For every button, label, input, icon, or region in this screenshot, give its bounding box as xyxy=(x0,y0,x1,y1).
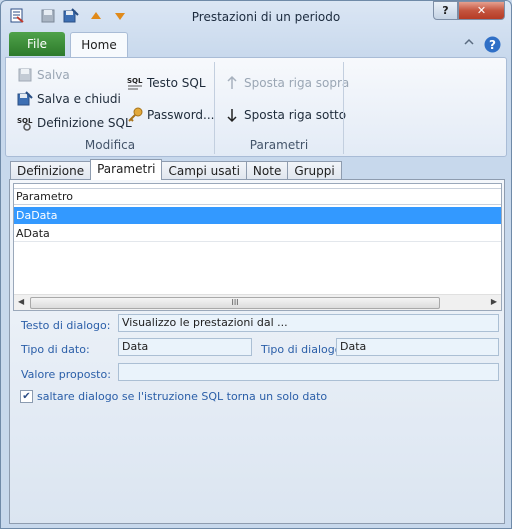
valore-proposto-field[interactable] xyxy=(118,363,499,381)
tab-parametri[interactable]: Parametri xyxy=(90,159,163,180)
sposta-sotto-label: Sposta riga sotto xyxy=(244,108,347,122)
title-bar: Prestazioni di un periodo ? ✕ xyxy=(1,1,511,31)
sql-icon: SQL xyxy=(127,77,143,90)
sposta-sopra-button[interactable]: Sposta riga sopra xyxy=(224,73,349,93)
group-label-modifica: Modifica xyxy=(84,138,136,152)
horizontal-scrollbar[interactable]: ◀ III ▶ xyxy=(14,294,501,310)
tipo-dato-field[interactable]: Data xyxy=(118,338,252,356)
help-icon[interactable]: ? xyxy=(484,36,501,53)
tab-note[interactable]: Note xyxy=(245,161,289,180)
scroll-thumb[interactable]: III xyxy=(30,297,440,309)
help-window-button[interactable]: ? xyxy=(433,1,458,20)
tab-strip: Definizione Parametri Campi usati Note G… xyxy=(10,159,342,180)
testo-dialogo-label: Testo di dialogo: xyxy=(21,319,111,332)
svg-text:SQL: SQL xyxy=(17,117,33,125)
tab-file[interactable]: File xyxy=(9,32,65,56)
tab-panel: Parametro DaData AData ◀ III ▶ Testo di … xyxy=(9,179,505,524)
svg-text:SQL: SQL xyxy=(127,77,143,85)
app-icon xyxy=(10,8,24,23)
svg-text:?: ? xyxy=(489,38,496,52)
tab-gruppi[interactable]: Gruppi xyxy=(287,161,342,180)
move-up-icon[interactable] xyxy=(88,8,104,24)
sql-gear-icon: SQL xyxy=(17,117,33,131)
scroll-left-icon[interactable]: ◀ xyxy=(18,297,24,306)
tipo-dialogo-field[interactable]: Data xyxy=(336,338,499,356)
minimize-ribbon-icon[interactable] xyxy=(463,36,475,48)
skip-dialog-checkbox[interactable]: ✔ xyxy=(20,390,33,403)
tab-definizione[interactable]: Definizione xyxy=(10,161,92,180)
definizione-sql-button[interactable]: SQL Definizione SQL xyxy=(17,113,132,133)
parameters-grid[interactable]: Parametro DaData AData ◀ III ▶ xyxy=(13,183,502,311)
salva-label: Salva xyxy=(37,68,70,82)
sposta-sopra-label: Sposta riga sopra xyxy=(244,76,350,90)
arrow-down-icon xyxy=(227,109,237,123)
password-label: Password... xyxy=(147,108,215,122)
app-window: Prestazioni di un periodo ? ✕ File Home … xyxy=(0,0,512,529)
ribbon-separator xyxy=(343,62,344,154)
tipo-dato-label: Tipo di dato: xyxy=(21,343,90,356)
save-close-icon[interactable] xyxy=(63,8,79,24)
close-icon: ✕ xyxy=(476,4,487,17)
valore-proposto-label: Valore proposto: xyxy=(21,368,111,381)
table-row[interactable]: DaData xyxy=(14,207,501,224)
salva-chiudi-button[interactable]: Salva e chiudi xyxy=(17,89,121,109)
skip-dialog-label: saltare dialogo se l'istruzione SQL torn… xyxy=(37,390,328,403)
column-header-parametro[interactable]: Parametro xyxy=(14,188,501,205)
scroll-right-icon[interactable]: ▶ xyxy=(491,297,497,306)
help-glyph: ? xyxy=(442,4,449,17)
save-icon[interactable] xyxy=(40,8,56,24)
arrow-up-icon xyxy=(227,75,237,89)
testo-dialogo-field[interactable]: Visualizzo le prestazioni dal ... xyxy=(118,314,499,332)
close-window-button[interactable]: ✕ xyxy=(458,1,505,20)
window-title: Prestazioni di un periodo xyxy=(191,10,341,24)
group-label-parametri: Parametri xyxy=(249,138,309,152)
grip-icon: III xyxy=(231,298,239,307)
salva-button[interactable]: Salva xyxy=(17,65,70,85)
testo-sql-label: Testo SQL xyxy=(147,76,206,90)
save-icon xyxy=(18,68,32,82)
password-button[interactable]: Password... xyxy=(127,105,215,125)
move-down-icon[interactable] xyxy=(112,8,128,24)
definizione-sql-label: Definizione SQL xyxy=(37,116,132,130)
tab-home[interactable]: Home xyxy=(70,32,128,58)
save-close-icon xyxy=(17,91,33,106)
key-icon xyxy=(128,107,143,122)
ribbon-panel: Salva Salva e chiudi SQL Definizione SQL… xyxy=(5,57,507,157)
tab-campi-usati[interactable]: Campi usati xyxy=(161,161,247,180)
table-row[interactable]: AData xyxy=(14,225,501,242)
sposta-sotto-button[interactable]: Sposta riga sotto xyxy=(224,105,346,125)
testo-sql-button[interactable]: SQL Testo SQL xyxy=(127,73,206,93)
tipo-dialogo-label: Tipo di dialogo: xyxy=(261,343,346,356)
salva-chiudi-label: Salva e chiudi xyxy=(37,92,121,106)
